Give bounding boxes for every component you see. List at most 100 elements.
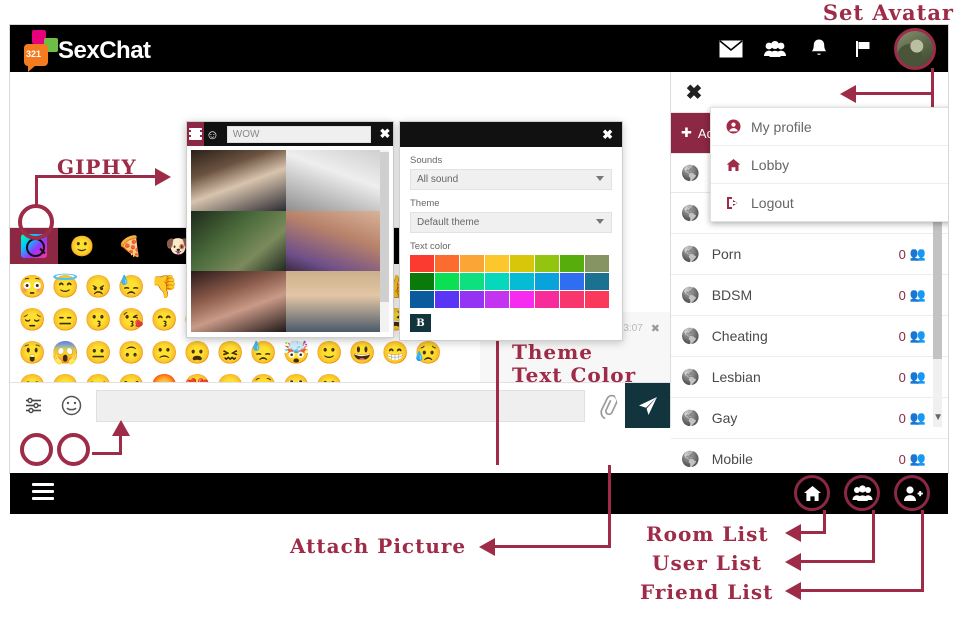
room-list-item[interactable]: 🌎 Lesbian 0 👥 <box>671 357 948 398</box>
giphy-film-tab[interactable] <box>187 122 204 146</box>
annotation-arrow-giphy <box>155 168 171 186</box>
color-swatch[interactable] <box>560 273 584 290</box>
smiley-icon[interactable] <box>56 391 86 421</box>
color-swatch[interactable] <box>485 273 509 290</box>
giphy-close-icon[interactable]: ✖ <box>377 126 393 142</box>
app-logo[interactable]: 321 SexChat <box>22 30 151 72</box>
color-swatch[interactable] <box>435 255 459 272</box>
scroll-down-icon[interactable]: ▼ <box>933 412 943 423</box>
color-swatch[interactable] <box>535 273 559 290</box>
top-navbar: 321 SexChat <box>10 25 948 72</box>
room-list-item[interactable]: 🌎 Mobile 0 👥 <box>671 439 948 473</box>
color-swatch[interactable] <box>585 273 609 290</box>
color-swatch[interactable] <box>510 273 534 290</box>
annotation-arrow-my-profile <box>840 85 856 103</box>
color-swatch[interactable] <box>485 291 509 308</box>
emoji-item[interactable]: 😲 <box>16 336 49 369</box>
emoji-item[interactable]: 😳 <box>16 270 49 303</box>
emoji-item[interactable]: 😐 <box>82 336 115 369</box>
emoji-item[interactable]: 😱 <box>49 336 82 369</box>
emoji-item[interactable]: 😑 <box>49 303 82 336</box>
color-swatch[interactable] <box>410 273 434 290</box>
emoji-item[interactable]: 😘 <box>115 303 148 336</box>
emoji-item[interactable]: 😃 <box>346 336 379 369</box>
giphy-result-tile[interactable] <box>191 150 286 211</box>
color-swatch[interactable] <box>535 255 559 272</box>
giphy-result-tile[interactable] <box>191 210 286 272</box>
avatar[interactable] <box>894 27 936 70</box>
emoji-item[interactable]: 😖 <box>214 336 247 369</box>
color-swatch[interactable] <box>510 291 534 308</box>
sliders-icon[interactable] <box>18 391 48 421</box>
annotation-line-avatar-3 <box>855 92 934 95</box>
giphy-scrollbar-thumb[interactable] <box>380 152 389 302</box>
giphy-smiley-tab[interactable]: ☺ <box>204 127 221 142</box>
send-button[interactable] <box>625 383 670 428</box>
settings-close-icon[interactable]: ✖ <box>602 127 613 143</box>
color-swatch[interactable] <box>560 255 584 272</box>
room-list-item[interactable]: 🌎 Cheating 0 👥 <box>671 316 948 357</box>
menu-item-my-profile[interactable]: My profile <box>711 108 948 146</box>
emoji-item[interactable]: 😗 <box>82 303 115 336</box>
color-swatch[interactable] <box>510 255 534 272</box>
giphy-result-tile[interactable] <box>286 210 381 272</box>
giphy-result-tile[interactable] <box>191 271 286 332</box>
emoji-item[interactable]: 😇 <box>49 270 82 303</box>
color-swatch[interactable] <box>410 291 434 308</box>
emoji-item[interactable]: 🙃 <box>115 336 148 369</box>
theme-select[interactable]: Default theme <box>410 212 612 233</box>
sounds-select[interactable]: All sound <box>410 169 612 190</box>
color-swatch[interactable] <box>460 291 484 308</box>
room-list-button[interactable] <box>794 475 830 511</box>
emoji-tab-smileys[interactable]: 🙂 <box>58 228 106 264</box>
color-swatch[interactable] <box>460 255 484 272</box>
emoji-tab-food[interactable]: 🍕 <box>106 228 154 264</box>
color-swatch[interactable] <box>485 255 509 272</box>
annotation-line-attach-h <box>494 545 611 548</box>
emoji-item[interactable]: 😔 <box>16 303 49 336</box>
chat-input[interactable] <box>96 389 585 422</box>
emoji-item[interactable]: 😓 <box>115 270 148 303</box>
hamburger-icon[interactable] <box>32 483 54 504</box>
menu-item-logout[interactable]: Logout <box>711 184 948 221</box>
room-name: Gay <box>711 410 738 426</box>
paperclip-icon[interactable] <box>588 389 627 421</box>
giphy-result-tile[interactable] <box>286 271 381 332</box>
emoji-item[interactable]: 👎 <box>148 270 181 303</box>
emoji-item[interactable]: 😠 <box>82 270 115 303</box>
color-swatch[interactable] <box>585 255 609 272</box>
flag-icon[interactable] <box>850 36 876 62</box>
emoji-item[interactable]: 😦 <box>181 336 214 369</box>
giphy-search-input[interactable] <box>226 125 371 143</box>
mail-icon[interactable] <box>718 36 744 62</box>
color-swatch[interactable] <box>410 255 434 272</box>
color-swatch[interactable] <box>535 291 559 308</box>
globe-icon: 🌎 <box>681 165 700 182</box>
room-name: BDSM <box>711 287 753 303</box>
room-list-item[interactable]: 🌎 Gay 0 👥 <box>671 398 948 439</box>
message-dismiss-icon[interactable]: ✖ <box>651 322 660 335</box>
user-list-button[interactable] <box>844 475 880 511</box>
room-list-item[interactable]: 🌎 BDSM 0 👥 <box>671 275 948 316</box>
color-swatch[interactable] <box>435 291 459 308</box>
emoji-item[interactable]: 🤯 <box>280 336 313 369</box>
annotation-line-settings <box>496 330 499 465</box>
close-icon[interactable]: ✖ <box>671 80 717 105</box>
color-swatch[interactable] <box>435 273 459 290</box>
bell-icon[interactable] <box>806 36 832 62</box>
emoji-item[interactable]: 🙂 <box>313 336 346 369</box>
color-swatch[interactable] <box>560 291 584 308</box>
bold-button[interactable]: B <box>410 314 431 332</box>
room-list-item[interactable]: 🌎 Porn 0 👥 <box>671 234 948 275</box>
emoji-item[interactable]: 😓 <box>247 336 280 369</box>
color-swatch[interactable] <box>460 273 484 290</box>
globe-icon: 🌎 <box>681 205 700 222</box>
friend-list-button[interactable] <box>894 475 930 511</box>
color-swatch[interactable] <box>585 291 609 308</box>
emoji-item[interactable]: 🙁 <box>148 336 181 369</box>
menu-item-lobby[interactable]: Lobby <box>711 146 948 184</box>
group-icon[interactable] <box>762 36 788 62</box>
giphy-result-tile[interactable] <box>286 150 381 211</box>
emoji-item[interactable]: 😙 <box>148 303 181 336</box>
annotation-line-friend-h <box>800 589 924 592</box>
